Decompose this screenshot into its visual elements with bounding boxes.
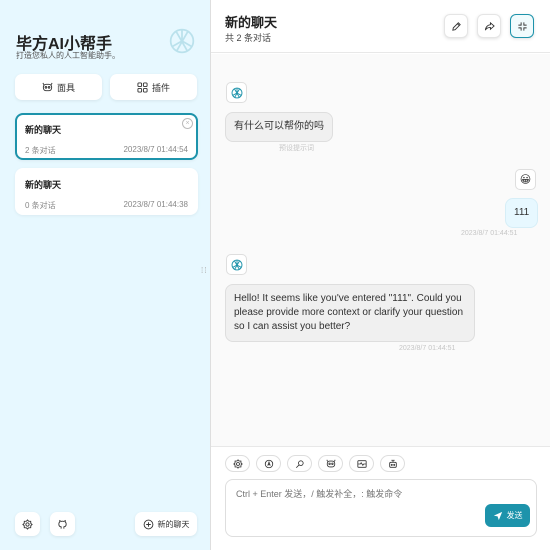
robot-icon: [388, 459, 397, 468]
chat-header: 新的聊天 共 2 条对话: [211, 0, 550, 53]
new-chat-button[interactable]: 新的聊天: [135, 512, 197, 536]
openai-logo-icon: [231, 87, 242, 98]
settings-icon: [22, 518, 33, 530]
bot-message-bubble: Hello! It seems like you've entered "111…: [225, 284, 475, 342]
github-icon: [58, 519, 67, 529]
chat-subtitle: 共 2 条对话: [225, 33, 272, 43]
edit-icon: [451, 21, 461, 31]
prompt-tool-button[interactable]: [287, 455, 312, 472]
message-list: 有什么可以帮你的吗 预设提示词 😀 111 2023/8/7 01:44:51 …: [211, 54, 550, 446]
app-subtitle: 打造您私人的人工智能助手。: [16, 51, 120, 60]
clear-context-tool-button[interactable]: [349, 455, 374, 472]
fullscreen-exit-icon: [517, 21, 527, 31]
send-button[interactable]: 发送: [485, 504, 530, 527]
new-chat-label: 新的聊天: [157, 519, 190, 529]
openai-logo-icon: [166, 25, 198, 57]
theme-auto-icon: [264, 459, 273, 468]
mask-tool-button[interactable]: [318, 455, 343, 472]
chat-list-item[interactable]: 新的聊天 0 条对话 2023/8/7 01:44:38: [15, 168, 198, 215]
settings-icon: [232, 458, 243, 469]
chat-list-item[interactable]: 新的聊天 2 条对话 2023/8/7 01:44:54 ×: [15, 113, 198, 160]
github-button[interactable]: [50, 512, 75, 536]
bot-message-bubble: 有什么可以帮你的吗: [225, 112, 333, 142]
plugin-icon: [137, 81, 148, 93]
model-tool-button[interactable]: [380, 455, 405, 472]
user-avatar: 😀: [515, 169, 536, 190]
chat-item-time: 2023/8/7 01:44:54: [123, 145, 188, 154]
mask-button[interactable]: 面具: [15, 74, 102, 100]
share-button[interactable]: [477, 14, 501, 38]
send-button-label: 发送: [506, 511, 523, 520]
openai-logo-icon: [231, 259, 242, 270]
mask-icon: [42, 82, 53, 93]
mask-button-label: 面具: [56, 82, 75, 93]
edit-button[interactable]: [444, 14, 468, 38]
message-meta: 预设提示词: [279, 145, 314, 152]
message-timestamp: 2023/8/7 01:44:51: [399, 345, 456, 352]
share-icon: [484, 21, 495, 30]
plugin-button[interactable]: 插件: [110, 74, 197, 100]
chat-item-count: 0 条对话: [25, 201, 56, 210]
mask-icon: [325, 459, 336, 467]
theme-tool-button[interactable]: [256, 455, 281, 472]
add-circle-icon: [143, 519, 153, 529]
chat-main: 新的聊天 共 2 条对话 有什么可以帮你的吗 预设提示词 😀 111 2023/…: [211, 0, 550, 550]
clear-context-icon: [356, 459, 367, 468]
sidebar: 毕方AI小帮手 打造您私人的人工智能助手。 面具 插件 新的聊天 2 条对话 2…: [0, 0, 211, 550]
message-timestamp: 2023/8/7 01:44:51: [461, 230, 518, 237]
prompt-icon: [295, 459, 304, 468]
plugin-button-label: 插件: [151, 82, 170, 93]
send-icon: [493, 511, 502, 520]
bot-avatar: [226, 254, 247, 275]
chat-item-time: 2023/8/7 01:44:38: [123, 200, 188, 209]
smile-emoji-icon: 😀: [519, 174, 532, 186]
chat-item-title: 新的聊天: [25, 180, 62, 190]
user-message-bubble: 111: [505, 198, 539, 228]
settings-button[interactable]: [15, 512, 40, 536]
settings-tool-button[interactable]: [225, 455, 250, 472]
chat-input-panel: 发送: [211, 446, 550, 550]
chat-title[interactable]: 新的聊天: [225, 12, 277, 31]
bot-avatar: [226, 82, 247, 103]
chat-item-title: 新的聊天: [25, 125, 62, 135]
chat-item-count: 2 条对话: [25, 146, 56, 155]
fullscreen-button[interactable]: [510, 14, 534, 38]
sidebar-resize-handle[interactable]: ⁞⁞: [201, 267, 209, 282]
delete-chat-icon[interactable]: ×: [182, 118, 193, 129]
